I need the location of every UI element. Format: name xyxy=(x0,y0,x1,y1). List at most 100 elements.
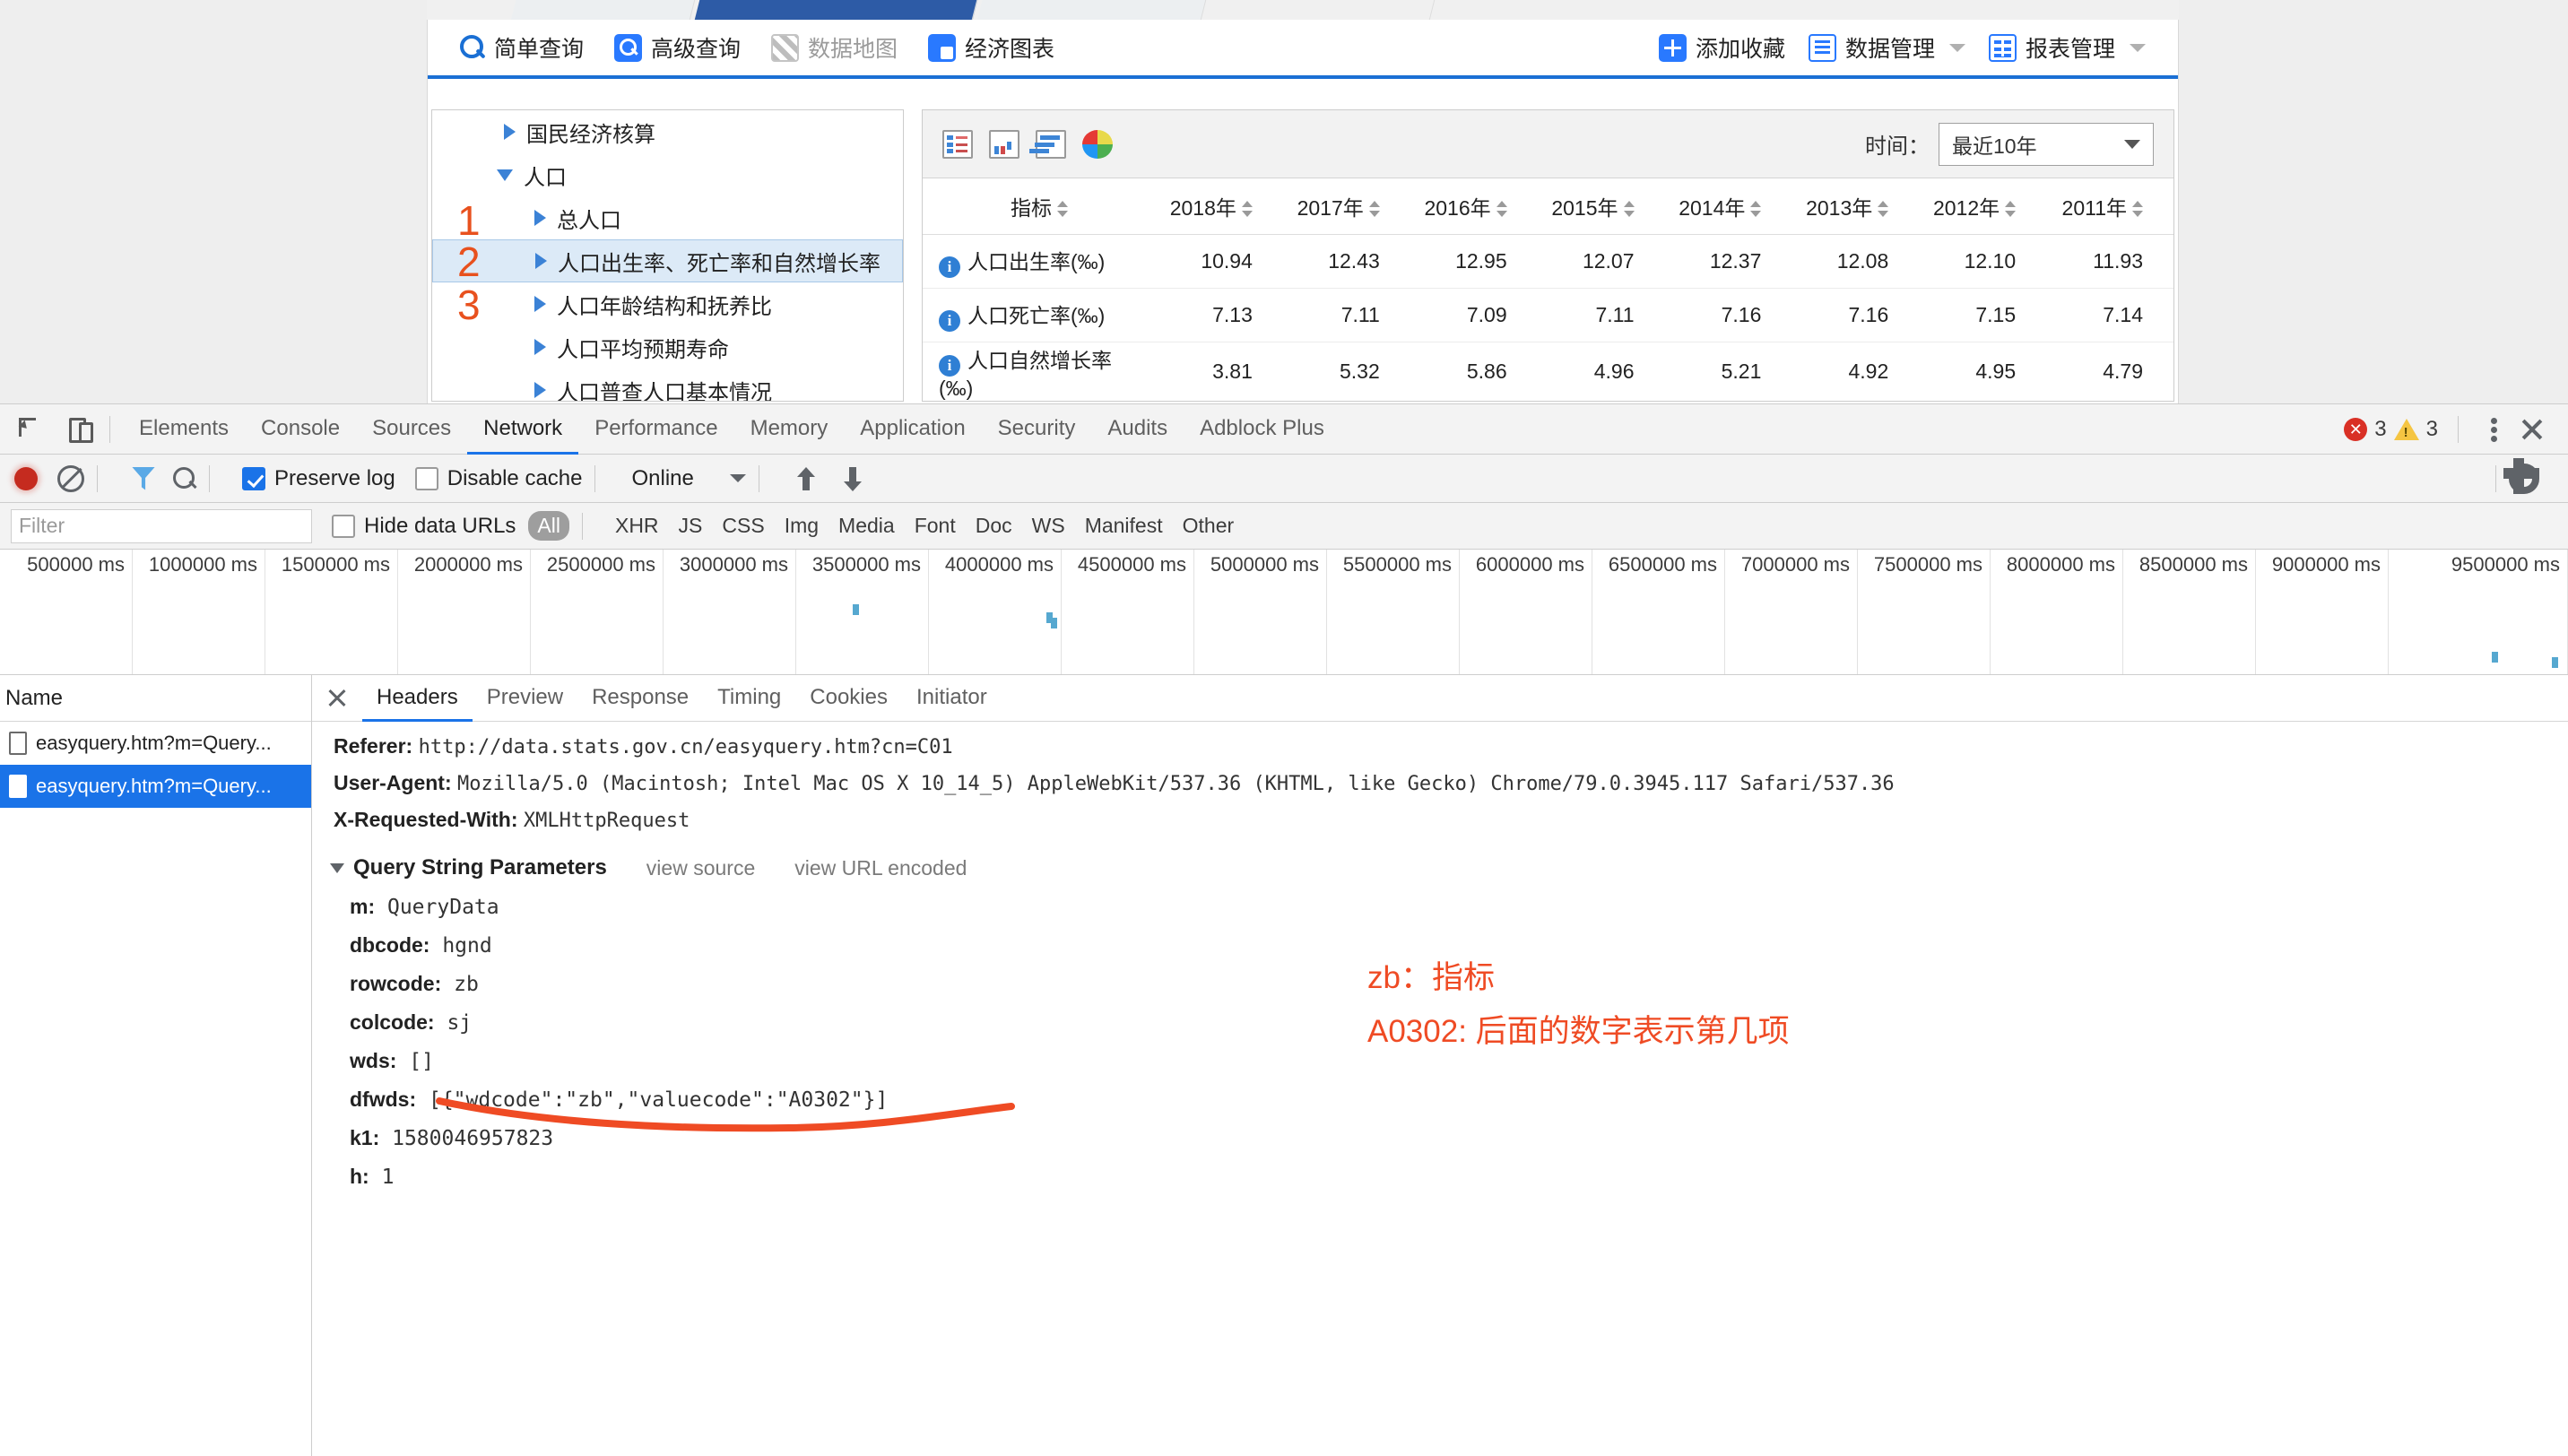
column-chart-icon[interactable] xyxy=(989,130,1019,159)
site-tab-3[interactable] xyxy=(977,0,1212,20)
more-options-icon[interactable] xyxy=(2491,416,2498,443)
header-value: XMLHttpRequest xyxy=(524,810,690,832)
tab-adblock-plus[interactable]: Adblock Plus xyxy=(1184,404,1340,455)
timeline-tick: 2000000 ms xyxy=(414,553,523,576)
filter-type-doc[interactable]: Doc xyxy=(976,514,1012,538)
tab-audits[interactable]: Audits xyxy=(1091,404,1184,455)
clear-icon[interactable] xyxy=(57,465,84,492)
filter-type-all[interactable]: All xyxy=(528,511,569,541)
detail-tab-response[interactable]: Response xyxy=(577,675,703,722)
warning-count-badge[interactable]: 3 xyxy=(2394,417,2438,442)
chevron-down-icon[interactable] xyxy=(330,863,344,873)
filter-type-other[interactable]: Other xyxy=(1183,514,1235,538)
network-timeline-overview[interactable]: 500000 ms 1000000 ms 1500000 ms 2000000 … xyxy=(0,550,2568,675)
filter-type-xhr[interactable]: XHR xyxy=(615,514,659,538)
request-list-item-selected[interactable]: easyquery.htm?m=Query... xyxy=(0,765,311,808)
site-tab-1[interactable] xyxy=(511,0,701,20)
info-icon[interactable]: i xyxy=(939,355,960,377)
detail-tab-initiator[interactable]: Initiator xyxy=(902,675,1002,722)
cell-value: 12.43 xyxy=(1283,234,1410,288)
toolbar-economic-chart[interactable]: 经济图表 xyxy=(928,31,1054,64)
tree-item-birth-death-growth-rate[interactable]: 人口出生率、死亡率和自然增长率 xyxy=(432,239,903,282)
view-url-encoded-link[interactable]: view URL encoded xyxy=(794,856,967,880)
preserve-log-checkbox[interactable] xyxy=(242,467,265,490)
tab-elements[interactable]: Elements xyxy=(123,404,245,455)
tab-sources[interactable]: Sources xyxy=(356,404,467,455)
filter-type-js[interactable]: JS xyxy=(679,514,703,538)
cell-value: 12.07 xyxy=(1538,234,1665,288)
tree-item-population[interactable]: 人口 xyxy=(432,153,903,196)
column-header-indicator[interactable]: 指标 xyxy=(923,178,1156,234)
tab-network[interactable]: Network xyxy=(467,404,578,455)
tab-security[interactable]: Security xyxy=(982,404,1092,455)
filter-type-img[interactable]: Img xyxy=(785,514,819,538)
info-icon[interactable]: i xyxy=(939,310,960,332)
disable-cache-checkbox[interactable] xyxy=(415,467,438,490)
detail-tab-headers[interactable]: Headers xyxy=(362,675,473,722)
filter-type-font[interactable]: Font xyxy=(915,514,956,538)
site-tab-4[interactable] xyxy=(1206,0,1441,20)
tab-performance[interactable]: Performance xyxy=(578,404,733,455)
column-header-2016[interactable]: 2016年 xyxy=(1410,178,1538,234)
tab-memory[interactable]: Memory xyxy=(734,404,845,455)
error-count-badge[interactable]: ✕ 3 xyxy=(2344,417,2386,442)
column-header-2015[interactable]: 2015年 xyxy=(1538,178,1665,234)
toolbar-report-management[interactable]: 报表管理 xyxy=(1989,31,2146,64)
info-icon[interactable]: i xyxy=(939,256,960,278)
site-tab-active[interactable] xyxy=(695,0,984,20)
tree-item-total-population[interactable]: 总人口 xyxy=(432,196,903,239)
devtools-tabbar-right: ✕ 3 3 xyxy=(2344,415,2568,444)
param-key: dbcode: xyxy=(350,933,429,957)
tab-application[interactable]: Application xyxy=(844,404,981,455)
tree-item-life-expectancy[interactable]: 人口平均预期寿命 xyxy=(432,325,903,368)
pie-chart-icon[interactable] xyxy=(1082,130,1113,159)
cell-value: 5.21 xyxy=(1665,342,1792,402)
filter-type-media[interactable]: Media xyxy=(838,514,895,538)
toolbar-advanced-query[interactable]: 高级查询 xyxy=(614,31,741,64)
cell-value: 12.37 xyxy=(1665,234,1792,288)
tree-item-national-accounts[interactable]: 国民经济核算 xyxy=(432,110,903,153)
column-header-2013[interactable]: 2013年 xyxy=(1792,178,1919,234)
detail-tab-preview[interactable]: Preview xyxy=(473,675,577,722)
toolbar-add-favorite-label: 添加收藏 xyxy=(1696,31,1785,64)
device-toolbar-icon[interactable] xyxy=(59,411,97,448)
column-header-2018[interactable]: 2018年 xyxy=(1156,178,1283,234)
request-list-item[interactable]: easyquery.htm?m=Query... xyxy=(0,722,311,765)
export-har-icon[interactable] xyxy=(842,465,865,492)
column-header-2012[interactable]: 2012年 xyxy=(1919,178,2046,234)
close-icon[interactable] xyxy=(2518,415,2546,444)
query-string-section-header[interactable]: Query String Parameters view source view… xyxy=(330,855,2568,880)
filter-input[interactable] xyxy=(11,509,312,543)
param-key: m: xyxy=(350,895,375,918)
inspect-element-icon[interactable] xyxy=(11,411,48,448)
tab-console[interactable]: Console xyxy=(245,404,356,455)
tree-item-census-basics[interactable]: 人口普查人口基本情况 xyxy=(432,368,903,402)
detail-tab-cookies[interactable]: Cookies xyxy=(795,675,902,722)
close-icon[interactable] xyxy=(326,687,350,710)
tree-item-age-structure[interactable]: 人口年龄结构和抚养比 xyxy=(432,282,903,325)
column-header-2017[interactable]: 2017年 xyxy=(1283,178,1410,234)
search-icon[interactable] xyxy=(173,467,196,490)
toolbar-data-management[interactable]: 数据管理 xyxy=(1809,31,1965,64)
bar-chart-icon[interactable] xyxy=(1036,130,1066,159)
hide-data-urls-checkbox[interactable] xyxy=(332,515,355,538)
toolbar-data-map[interactable]: 数据地图 xyxy=(771,31,898,64)
table-view-icon[interactable] xyxy=(942,130,973,159)
filter-type-css[interactable]: CSS xyxy=(722,514,764,538)
gear-icon[interactable] xyxy=(2509,464,2539,494)
column-header-2011[interactable]: 2011年 xyxy=(2046,178,2173,234)
request-list-header[interactable]: Name xyxy=(0,675,311,722)
throttling-select[interactable]: Online xyxy=(631,466,745,491)
view-source-link[interactable]: view source xyxy=(646,856,755,880)
filter-type-manifest[interactable]: Manifest xyxy=(1085,514,1163,538)
detail-tab-timing[interactable]: Timing xyxy=(703,675,795,722)
import-har-icon[interactable] xyxy=(795,465,819,492)
toolbar-simple-query[interactable]: 简单查询 xyxy=(458,31,584,64)
header-value: Mozilla/5.0 (Macintosh; Intel Mac OS X 1… xyxy=(457,773,1895,795)
column-header-2014[interactable]: 2014年 xyxy=(1665,178,1792,234)
filter-type-ws[interactable]: WS xyxy=(1032,514,1065,538)
toolbar-add-favorite[interactable]: 添加收藏 xyxy=(1659,31,1785,64)
filter-icon[interactable] xyxy=(132,467,155,490)
time-range-select[interactable]: 最近10年 xyxy=(1939,123,2154,166)
record-button[interactable] xyxy=(14,467,38,490)
